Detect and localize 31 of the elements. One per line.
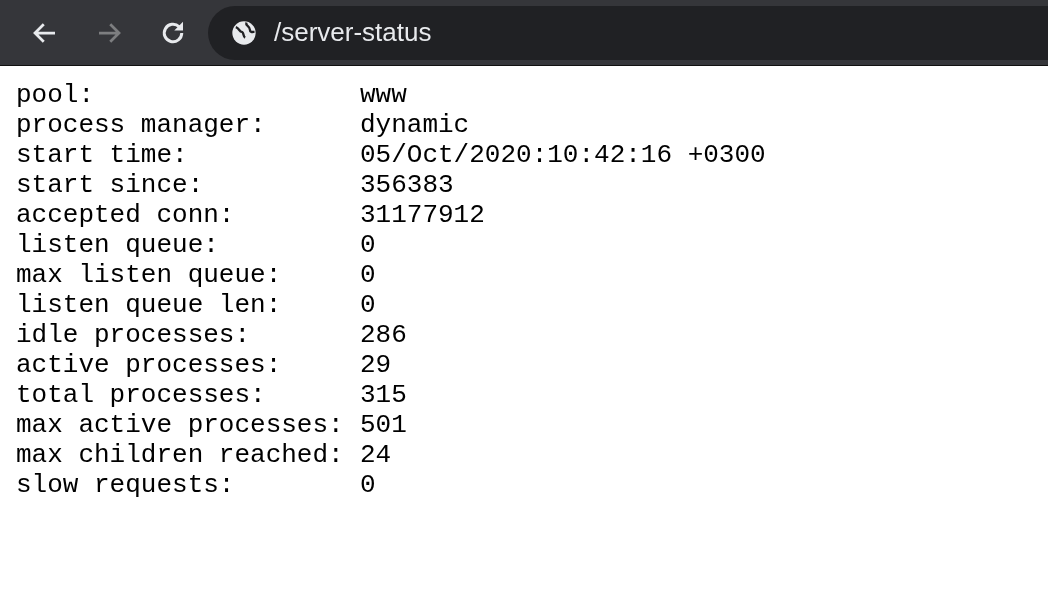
status-value: 31177912 — [360, 200, 486, 230]
status-value: 356383 — [360, 170, 455, 200]
status-value: 286 — [360, 320, 408, 350]
url-field[interactable]: /server-status — [274, 17, 874, 48]
status-value: 501 — [360, 410, 408, 440]
status-value: 24 — [360, 440, 393, 470]
status-label: max children reached: — [16, 440, 345, 470]
status-value: 0 — [360, 290, 377, 320]
status-label: pool: — [16, 80, 95, 110]
status-label: idle processes: — [16, 320, 252, 350]
status-label: max active processes: — [16, 410, 345, 440]
status-value: 29 — [360, 350, 393, 380]
status-value: 0 — [360, 470, 377, 500]
status-label: listen queue: — [16, 230, 220, 260]
status-value: dynamic — [360, 110, 471, 140]
status-label: active processes: — [16, 350, 283, 380]
status-label: total processes: — [16, 380, 267, 410]
status-label: accepted conn: — [16, 200, 236, 230]
status-value: www — [360, 80, 408, 110]
status-label: slow requests: — [16, 470, 236, 500]
status-label: process manager: — [16, 110, 267, 140]
status-label: start since: — [16, 170, 205, 200]
status-value: 0 — [360, 230, 377, 260]
status-label: start time: — [16, 140, 189, 170]
status-value: 0 — [360, 260, 377, 290]
status-value: 315 — [360, 380, 408, 410]
status-label: listen queue len: — [16, 290, 283, 320]
globe-icon — [230, 18, 258, 47]
status-value: 05/Oct/2020:10:42:16 +0300 — [360, 140, 766, 170]
status-label: max listen queue: — [16, 260, 283, 290]
address-bar[interactable]: /server-status — [208, 5, 1048, 60]
